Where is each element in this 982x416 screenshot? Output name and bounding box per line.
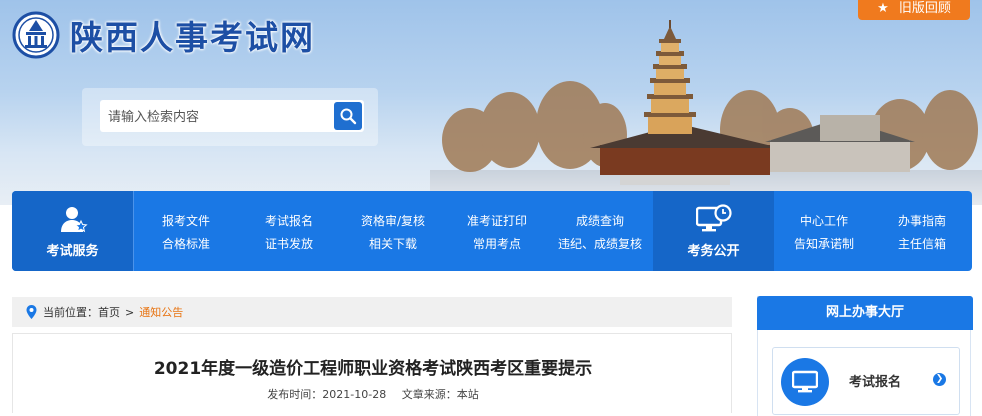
nav-link-certificate-issue[interactable]: 证书发放 xyxy=(265,235,313,252)
arrow-right-icon: ❯ xyxy=(933,373,946,386)
search-icon xyxy=(340,108,357,125)
search-box xyxy=(100,100,364,134)
nav-link-score-review[interactable]: 违纪、成绩复核 xyxy=(558,235,642,252)
exam-registration-label: 考试报名 xyxy=(849,375,902,390)
online-hall-title: 网上办事大厅 xyxy=(757,296,973,330)
star-icon: ★ xyxy=(877,1,889,16)
search-button[interactable] xyxy=(334,102,362,130)
exam-registration-card[interactable]: 考试报名 ❯ xyxy=(772,347,960,415)
article-meta: 发布时间：2021-10-28 文章来源：本站 xyxy=(13,386,733,402)
article-content: 2021年度一级造价工程师职业资格考试陕西考区重要提示 发布时间：2021-10… xyxy=(12,333,732,413)
breadcrumb-home[interactable]: 首页 xyxy=(98,304,120,320)
location-pin-icon xyxy=(26,305,37,319)
monitor-icon xyxy=(781,358,829,406)
online-service-hall: 网上办事大厅 考试报名 ❯ xyxy=(757,296,973,416)
main-nav: 考试服务 报考文件 合格标准 考试报名 证书发放 资格审/复核 相关下载 准考证… xyxy=(12,191,972,271)
nav-link-downloads[interactable]: 相关下载 xyxy=(369,235,417,252)
nav-divider xyxy=(133,191,134,271)
nav-link-center-work[interactable]: 中心工作 xyxy=(800,212,848,229)
search-input[interactable] xyxy=(106,100,330,134)
exam-affairs-label: 考务公开 xyxy=(687,243,740,259)
breadcrumb: 当前位置： 首页 > 通知公告 xyxy=(12,297,732,327)
article-source: 文章来源：本站 xyxy=(401,388,479,401)
exam-affairs-section[interactable]: 考务公开 xyxy=(653,191,774,271)
nav-link-pass-standard[interactable]: 合格标准 xyxy=(162,235,210,252)
nav-link-admission-ticket[interactable]: 准考证打印 xyxy=(467,212,527,229)
nav-link-qualification-review[interactable]: 资格审/复核 xyxy=(361,212,425,229)
breadcrumb-current[interactable]: 通知公告 xyxy=(139,304,183,320)
old-version-button[interactable]: ★ 旧版回顾 xyxy=(858,0,970,20)
article-title: 2021年度一级造价工程师职业资格考试陕西考区重要提示 xyxy=(153,359,593,379)
nav-link-director-mailbox[interactable]: 主任信箱 xyxy=(898,235,946,252)
nav-link-commitment-system[interactable]: 告知承诺制 xyxy=(794,235,854,252)
breadcrumb-prefix: 当前位置： xyxy=(43,306,98,319)
nav-link-exam-sites[interactable]: 常用考点 xyxy=(473,235,521,252)
site-logo[interactable]: 陕西人事考试网 xyxy=(12,10,315,60)
monitor-clock-icon xyxy=(695,203,732,231)
emblem-icon xyxy=(12,11,60,59)
nav-link-service-guide[interactable]: 办事指南 xyxy=(898,212,946,229)
nav-link-exam-documents[interactable]: 报考文件 xyxy=(162,212,210,229)
old-version-label: 旧版回顾 xyxy=(898,1,951,16)
site-title: 陕西人事考试网 xyxy=(70,18,315,57)
pagoda-scene-image xyxy=(430,20,982,205)
breadcrumb-separator: > xyxy=(125,305,135,319)
exam-service-label: 考试服务 xyxy=(46,243,99,259)
publish-time: 发布时间：2021-10-28 xyxy=(267,388,387,401)
nav-link-exam-registration[interactable]: 考试报名 xyxy=(265,212,313,229)
nav-link-score-query[interactable]: 成绩查询 xyxy=(576,212,624,229)
exam-service-section[interactable]: 考试服务 xyxy=(12,191,133,271)
user-badge-icon xyxy=(60,206,88,232)
